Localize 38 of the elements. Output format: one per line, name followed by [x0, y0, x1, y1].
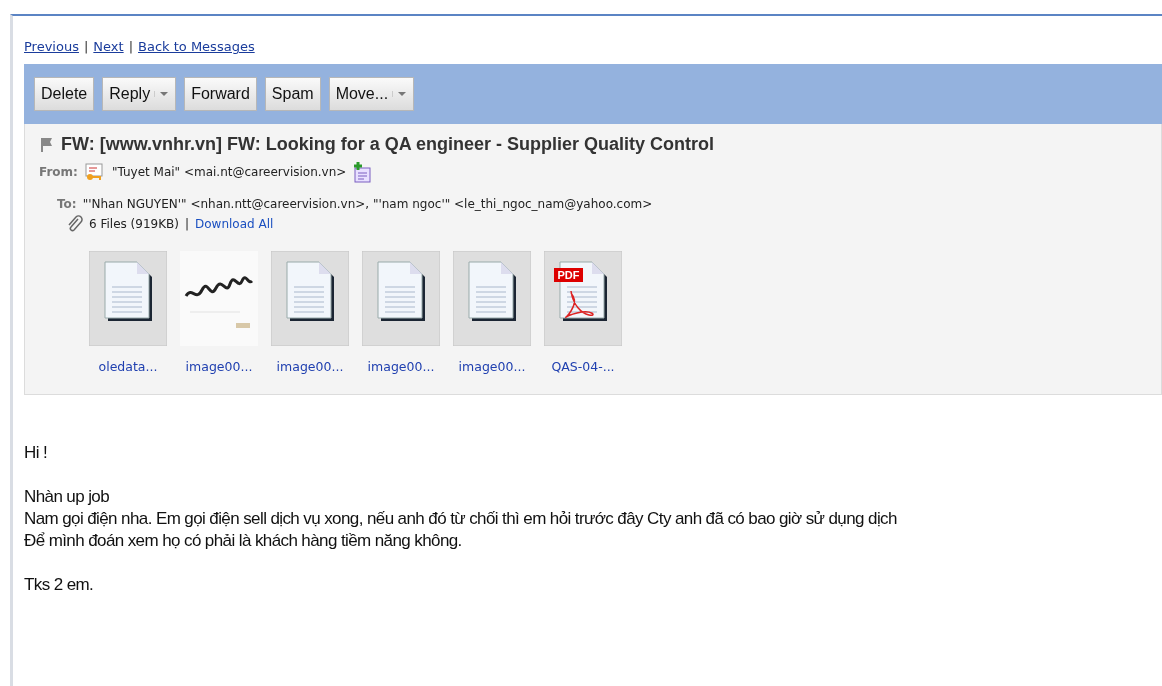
separator: |	[83, 39, 89, 54]
attachment-name[interactable]: QAS-04-...	[551, 359, 615, 374]
contact-card-icon	[83, 162, 106, 182]
download-all-link[interactable]: Download All	[195, 217, 274, 231]
toolbar-button[interactable]: Reply	[102, 77, 177, 111]
sender: "Tuyet Mai" <mai.nt@careervision.vn>	[111, 165, 347, 179]
attachment-name[interactable]: image00...	[458, 359, 526, 374]
to-label: To:	[57, 197, 77, 211]
body-text: Nhàn up job	[24, 487, 111, 508]
document-icon[interactable]	[362, 251, 440, 346]
document-icon[interactable]	[89, 251, 167, 346]
toolbar-button[interactable]: Spam	[264, 77, 321, 111]
body-text: Nam gọi điện nha. Em gọi điện sell dịch vụ xong, nếu anh đó từ chối thì em hỏi trước đây Cty anh đã có bao giờ sử dụng dịch	[24, 509, 898, 530]
pdf-file-icon[interactable]: PDF	[544, 251, 622, 346]
attachment-name[interactable]: oledata...	[98, 359, 158, 374]
body-text: Để mình đoán xem họ có phải là khách hàng tiềm năng không.	[24, 531, 463, 552]
message-subject: FW: [www.vnhr.vn] FW: Looking for a QA engineer - Supplier Quality Control	[61, 134, 714, 155]
body-text: Tks 2 em.	[24, 575, 95, 596]
flag-icon[interactable]	[39, 136, 53, 153]
separator: |	[184, 217, 189, 231]
add-contact-icon[interactable]	[352, 161, 373, 183]
document-icon[interactable]	[453, 251, 531, 346]
files-summary: 6 Files (919KB)	[89, 217, 179, 231]
nav-link[interactable]: Next	[93, 39, 124, 54]
document-icon[interactable]	[271, 251, 349, 346]
separator: |	[128, 39, 134, 54]
paperclip-icon	[67, 215, 83, 233]
body-text: Hi !	[24, 443, 49, 464]
toolbar-button[interactable]: Delete	[34, 77, 95, 111]
attachment-name[interactable]: image00...	[276, 359, 344, 374]
from-label: From:	[39, 165, 78, 179]
attachment-name[interactable]: image00...	[367, 359, 435, 374]
recipients: "'Nhan NGUYEN'" <nhan.ntt@careervision.vn>, "'nam ngoc'" <le_thi_ngoc_nam@yahoo.com>	[82, 197, 653, 211]
toolbar-button[interactable]: Move...	[328, 77, 415, 111]
attachment-name[interactable]: image00...	[185, 359, 253, 374]
nav-link[interactable]: Previous	[24, 39, 79, 54]
nav-link[interactable]: Back to Messages	[138, 39, 255, 54]
toolbar-button[interactable]: Forward	[184, 77, 257, 111]
